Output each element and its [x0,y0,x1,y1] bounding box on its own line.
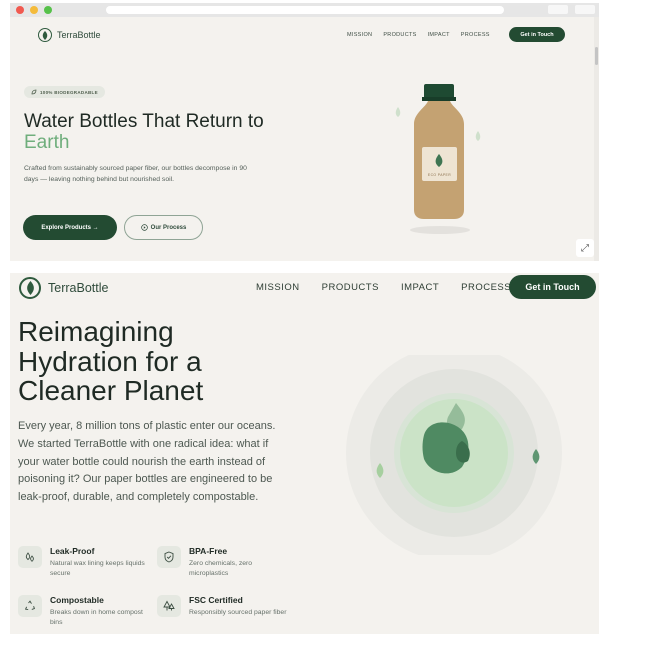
feature-description: Breaks down in home compost bins [50,609,143,626]
mission-heading: Reimagining Hydration for a Cleaner Plan… [18,317,298,406]
feature-title: FSC Certified [189,595,243,605]
explore-products-button[interactable]: Explore Products → [23,215,117,240]
preview-nav-impact[interactable]: IMPACT [428,32,450,38]
mission-logo-text: TerraBottle [48,281,109,295]
preview-nav-products[interactable]: PRODUCTS [383,32,416,38]
hero-heading-accent: Earth [24,132,70,153]
droplets-icon [18,546,42,568]
mission-section: TerraBottle MISSION PRODUCTS IMPACT PROC… [10,273,599,634]
mission-logo[interactable]: TerraBottle [19,277,108,299]
preview-logo[interactable]: TerraBottle [38,28,101,42]
feature-title: Leak-Proof [50,546,95,556]
feature-description: Zero chemicals, zero microplastics [189,560,253,577]
bottle-label-text: ECO PAPER [428,173,451,177]
leaf-badge-icon [31,89,37,95]
paper-bottle-illustration: ECO PAPER [395,84,481,234]
nav-mission[interactable]: MISSION [256,282,300,293]
mission-nav-links: MISSION PRODUCTS IMPACT PROCESS [256,282,511,293]
feature-description: Responsibly sourced paper fiber [189,609,287,616]
heading-line: Cleaner Planet [18,375,204,406]
address-bar[interactable] [106,6,504,14]
badge-label: 100% BIODEGRADABLE [40,89,98,95]
maximize-window-dot[interactable] [44,6,52,14]
browser-chrome-button[interactable] [575,5,595,14]
nav-products[interactable]: PRODUCTS [322,282,379,293]
preview-hero-heading: Water Bottles That Return to Earth [24,111,324,153]
close-window-dot[interactable] [16,6,24,14]
our-process-label: Our Process [150,224,187,231]
hero-heading-main: Water Bottles That Return to [24,111,264,132]
shield-check-icon [157,546,181,568]
nav-process[interactable]: PROCESS [461,282,511,293]
preview-get-in-touch-button[interactable]: Get in Touch [509,27,565,42]
preview-nav-links: MISSION PRODUCTS IMPACT PROCESS [347,32,490,38]
get-in-touch-button[interactable]: Get in Touch [509,275,596,299]
preview-scrollbar[interactable] [594,17,599,261]
expand-icon[interactable]: ⤢ [576,239,594,257]
nav-impact[interactable]: IMPACT [401,282,439,293]
preview-hero-paragraph: Crafted from sustainably sourced paper f… [24,165,247,183]
preview-nav-mission[interactable]: MISSION [347,32,372,38]
scrollbar-thumb[interactable] [595,47,598,65]
our-process-button[interactable]: Our Process [124,215,203,240]
trees-icon [157,595,181,617]
browser-chrome [10,3,599,17]
recycle-icon [18,595,42,617]
droplet-icon [475,131,481,141]
heading-line: Hydration for a [18,345,202,377]
feature-title: Compostable [50,595,104,605]
leaf-logo-icon [19,277,41,299]
minimize-window-dot[interactable] [30,6,38,14]
feature-title: BPA-Free [189,546,228,556]
browser-preview-window: TerraBottle MISSION PRODUCTS IMPACT PROC… [10,3,599,261]
play-circle-icon [140,224,148,231]
browser-chrome-button[interactable] [548,5,568,14]
preview-nav-process[interactable]: PROCESS [461,32,490,38]
feature-description: Natural wax lining keeps liquids secure [50,560,145,577]
preview-navbar: TerraBottle MISSION PRODUCTS IMPACT PROC… [10,17,599,53]
droplet-icon [395,107,401,117]
mission-paragraph: Every year, 8 million tons of plastic en… [18,420,276,504]
earth-circles-illustration [346,355,562,555]
bottle-cap [424,84,454,99]
preview-logo-text: TerraBottle [57,30,101,40]
leaf-logo-icon [38,28,52,42]
heading-line: Reimagining [18,316,174,347]
biodegradable-badge: 100% BIODEGRADABLE [24,86,105,98]
